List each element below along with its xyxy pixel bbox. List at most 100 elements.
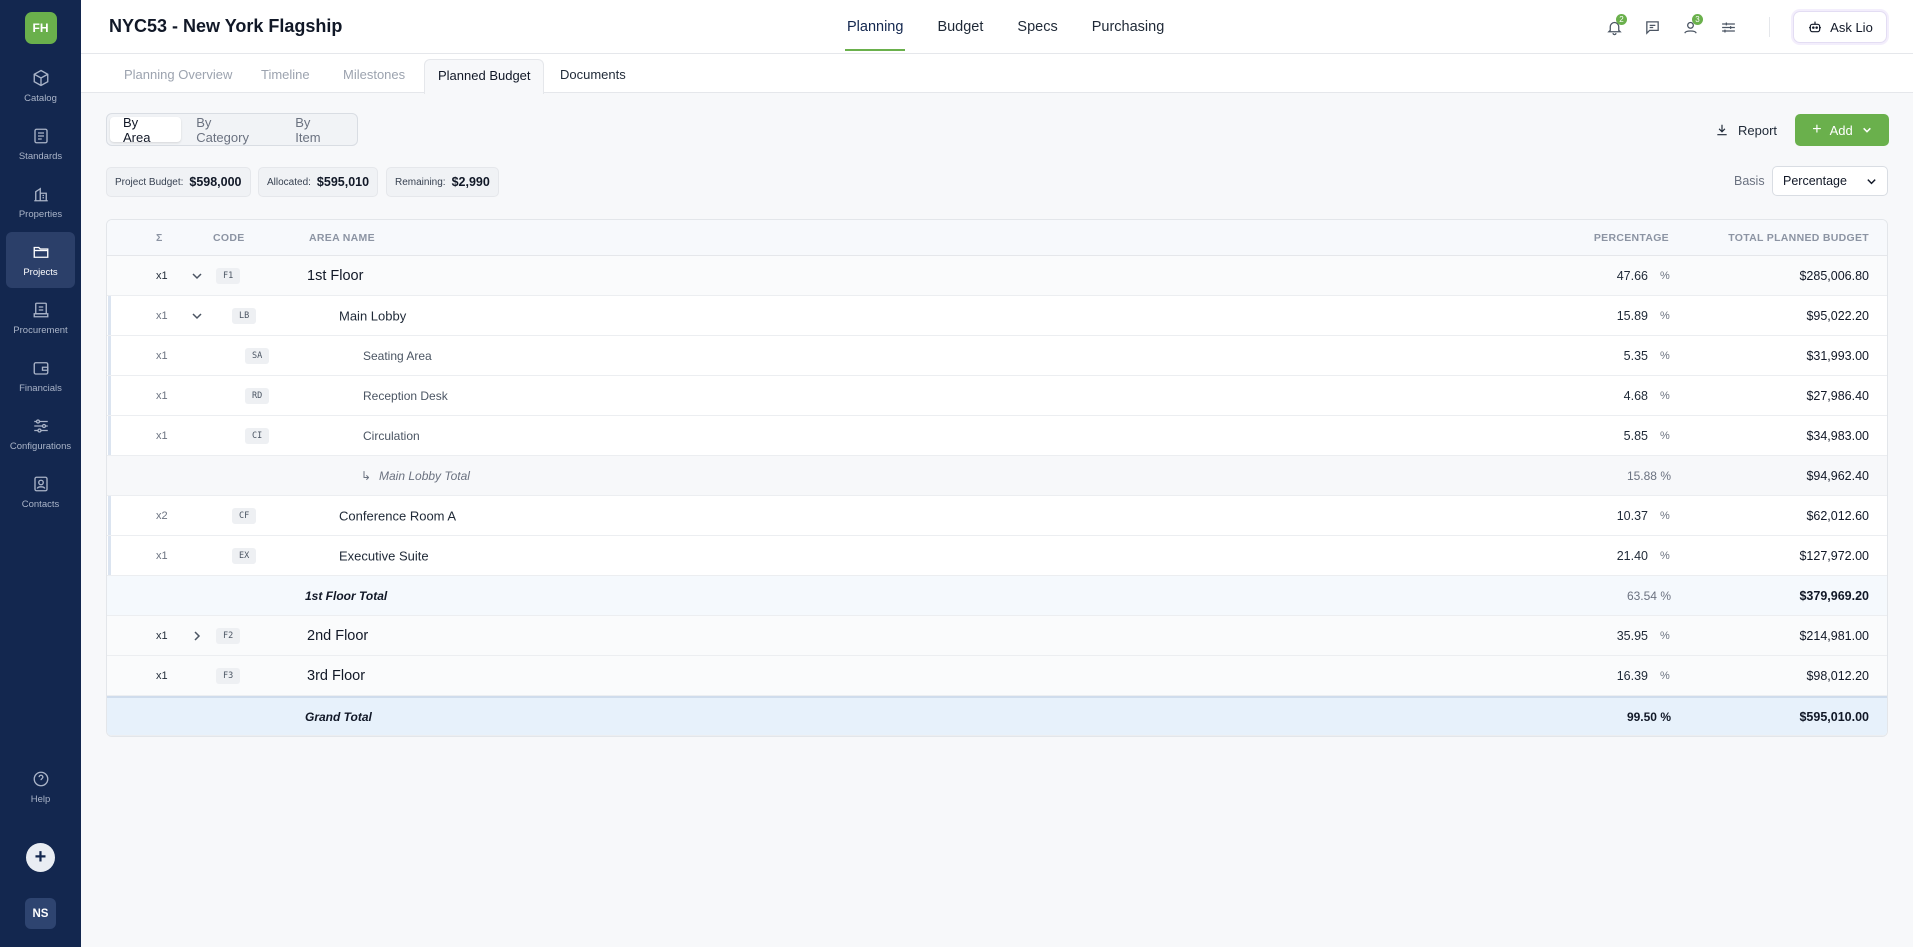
- messages-button[interactable]: [1639, 14, 1665, 40]
- tab-milestones[interactable]: Milestones: [343, 67, 405, 82]
- sidebar-item-projects[interactable]: Projects: [6, 232, 75, 288]
- chevron-down-icon[interactable]: [191, 270, 203, 282]
- multiplier: x1: [156, 669, 168, 682]
- view-toggle: By Area By Category By Item: [106, 113, 358, 146]
- settings-button[interactable]: [1715, 14, 1741, 40]
- percentage-value[interactable]: 5.85: [1592, 429, 1648, 443]
- floor-total-percentage: 63.54 %: [1626, 588, 1671, 603]
- sidebar-item-label: Properties: [18, 208, 63, 220]
- area-code: LB: [232, 307, 257, 324]
- tab-planning[interactable]: Planning: [845, 0, 906, 54]
- header-area-name[interactable]: AREA NAME: [309, 232, 375, 244]
- area-name: Seating Area: [363, 348, 432, 363]
- table-row[interactable]: x1 CI Circulation 5.85 % $34,983.00: [107, 416, 1887, 456]
- view-by-area-button[interactable]: By Area: [110, 115, 182, 145]
- sidebar-item-procurement[interactable]: Procurement: [6, 290, 75, 346]
- sidebar-item-contacts[interactable]: Contacts: [6, 464, 75, 520]
- table-row[interactable]: x1 RD Reception Desk 4.68 % $27,986.40: [107, 376, 1887, 416]
- tab-specs[interactable]: Specs: [1015, 0, 1059, 54]
- percentage-unit: %: [1660, 669, 1670, 682]
- stat-label: Allocated:: [267, 176, 311, 188]
- sliders-icon: [33, 418, 48, 433]
- subtotal-row: ↳ Main Lobby Total 15.88 % $94,962.40: [107, 456, 1887, 496]
- sidebar-item-configurations[interactable]: Configurations: [6, 406, 75, 462]
- project-budget-stat: Project Budget: $598,000: [106, 167, 251, 197]
- sidebar-item-help[interactable]: Help: [0, 770, 81, 805]
- remaining-stat: Remaining: $2,990: [386, 167, 499, 197]
- chevron-down-icon: [1867, 178, 1876, 184]
- tab-planned-budget-box[interactable]: Planned Budget: [424, 59, 544, 94]
- report-label: Report: [1738, 122, 1778, 138]
- percentage-value[interactable]: 4.68: [1592, 389, 1648, 403]
- floor-total-name: 1st Floor Total: [305, 588, 388, 603]
- table-row[interactable]: x1 EX Executive Suite 21.40 % $127,972.0…: [107, 536, 1887, 576]
- table-row[interactable]: x2 CF Conference Room A 10.37 % $62,012.…: [107, 496, 1887, 536]
- notifications-button[interactable]: 2: [1601, 14, 1627, 40]
- sidebar-item-properties[interactable]: Properties: [6, 174, 75, 230]
- sidebar-item-standards[interactable]: Standards: [6, 116, 75, 172]
- sidebar-item-label: Contacts: [21, 498, 60, 510]
- view-by-category-button[interactable]: By Category: [183, 115, 280, 145]
- percentage-value[interactable]: 15.89: [1592, 309, 1648, 323]
- report-button[interactable]: Report: [1715, 118, 1777, 142]
- percentage-value[interactable]: 35.95: [1592, 629, 1648, 643]
- percentage-unit: %: [1660, 629, 1670, 642]
- area-name: Reception Desk: [363, 388, 448, 403]
- ask-lio-label: Ask Lio: [1830, 19, 1873, 35]
- subtotal-percentage: 15.88 %: [1626, 468, 1671, 483]
- mentions-button[interactable]: 3: [1677, 14, 1703, 40]
- help-label: Help: [30, 794, 51, 805]
- subtotal-name: Main Lobby Total: [379, 468, 470, 483]
- tab-planning-overview[interactable]: Planning Overview: [124, 67, 232, 82]
- header-total[interactable]: TOTAL PLANNED BUDGET: [1728, 232, 1869, 244]
- sub-tabs: Planning Overview Timeline Milestones Pl…: [81, 54, 1913, 94]
- percentage-value[interactable]: 10.37: [1592, 509, 1648, 523]
- area-code: EX: [232, 547, 257, 564]
- add-button[interactable]: + Add: [1795, 114, 1889, 146]
- sidebar: FH Catalog Standards Properties Projects…: [0, 0, 81, 947]
- sidebar-item-label: Projects: [23, 266, 58, 278]
- table-row[interactable]: x1 LB Main Lobby 15.89 % $95,022.20: [107, 296, 1887, 336]
- area-name: 3rd Floor: [307, 667, 366, 684]
- percentage-value[interactable]: 16.39: [1592, 669, 1648, 683]
- percentage-unit: %: [1660, 509, 1670, 522]
- chevron-down-icon[interactable]: [191, 310, 203, 322]
- sidebar-item-financials[interactable]: Financials: [6, 348, 75, 404]
- chat-icon: [1645, 20, 1659, 35]
- grand-total-percentage: 99.50 %: [1626, 709, 1671, 724]
- download-icon: [1717, 124, 1727, 136]
- tab-purchasing[interactable]: Purchasing: [1090, 0, 1167, 54]
- company-logo[interactable]: FH: [24, 12, 57, 44]
- book-icon: [33, 128, 48, 143]
- multiplier: x2: [156, 509, 168, 522]
- table-row[interactable]: x1 F1 1st Floor 47.66 % $285,006.80: [107, 256, 1887, 296]
- tab-planned-budget[interactable]: Planned Budget: [438, 68, 531, 83]
- floor-total-value: $379,969.20: [1799, 588, 1869, 603]
- ask-lio-button[interactable]: Ask Lio: [1793, 11, 1887, 43]
- basis-select[interactable]: Percentage: [1772, 166, 1888, 196]
- stat-value: $598,000: [189, 175, 242, 189]
- avatar[interactable]: NS: [25, 898, 56, 929]
- tab-documents[interactable]: Documents: [560, 67, 626, 82]
- chevron-right-icon[interactable]: [191, 630, 203, 642]
- tab-budget[interactable]: Budget: [935, 0, 985, 54]
- table-row[interactable]: x1 F2 2nd Floor 35.95 % $214,981.00: [107, 616, 1887, 656]
- tab-timeline[interactable]: Timeline: [261, 67, 310, 82]
- view-by-item-button[interactable]: By Item: [282, 115, 352, 145]
- table-row[interactable]: x1 SA Seating Area 5.35 % $31,993.00: [107, 336, 1887, 376]
- quick-add-button[interactable]: +: [26, 843, 55, 872]
- header-percentage[interactable]: PERCENTAGE: [1594, 232, 1669, 244]
- multiplier: x1: [156, 349, 168, 362]
- header-code: CODE: [213, 232, 245, 244]
- sidebar-item-catalog[interactable]: Catalog: [6, 58, 75, 114]
- percentage-value[interactable]: 47.66: [1592, 269, 1648, 283]
- main-tabs: Planning Budget Specs Purchasing: [845, 0, 1196, 54]
- percentage-unit: %: [1660, 349, 1670, 362]
- percentage-value[interactable]: 21.40: [1592, 549, 1648, 563]
- notification-badge: 2: [1616, 14, 1627, 25]
- area-code: F3: [216, 667, 241, 684]
- table-row[interactable]: x1 F3 3rd Floor 16.39 % $98,012.20: [107, 656, 1887, 696]
- multiplier: x1: [156, 309, 168, 322]
- percentage-value[interactable]: 5.35: [1592, 349, 1648, 363]
- total-value: $31,993.00: [1806, 348, 1869, 363]
